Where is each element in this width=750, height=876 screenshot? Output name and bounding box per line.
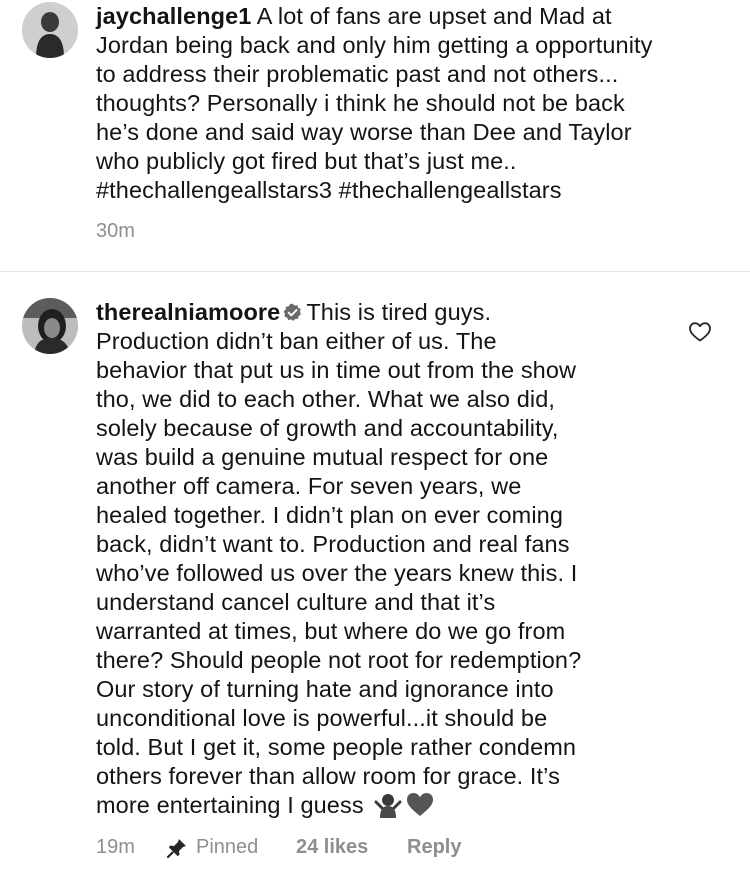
reply-button[interactable]: Reply <box>407 836 461 859</box>
comment-line: A lot of fans are upset and Mad at <box>256 3 612 29</box>
woman-shrugging-emoji <box>374 794 402 818</box>
pin-icon <box>166 838 186 858</box>
comment-line: behavior that put us in time out from th… <box>96 357 577 383</box>
comment-line: was build a genuine mutual respect for o… <box>96 444 549 470</box>
comment-line: who’ve followed us over the years knew t… <box>96 560 578 586</box>
comment-line: others forever than allow room for grace… <box>96 763 560 789</box>
comment-line: who publicly got fired but that’s just m… <box>96 148 517 174</box>
comment-line: told. But I get it, some people rather c… <box>96 734 577 760</box>
comment-line: tho, we did to each other. What we also … <box>96 386 556 412</box>
comment-line: he’s done and said way worse than Dee an… <box>96 119 632 145</box>
comment-line: understand cancel culture and that it’s <box>96 589 496 615</box>
comment-line: warranted at times, but where do we go f… <box>96 618 566 644</box>
comment-timestamp: 19m <box>96 836 135 858</box>
comment-text: jaychallenge1 A lot of fans are upset an… <box>96 2 732 205</box>
avatar[interactable] <box>22 298 78 354</box>
comment-line: thoughts? Personally i think he should n… <box>96 90 625 116</box>
comment-timestamp: 30m <box>96 220 135 242</box>
comment-line: Our story of turning hate and ignorance … <box>96 676 554 702</box>
hashtags[interactable]: #thechallengeallstars3 #thechallengealls… <box>96 176 732 205</box>
comment-line: to address their problematic past and no… <box>96 61 619 87</box>
comment-meta: 19m Pinned 24 likes Reply <box>96 836 461 859</box>
pinned-label: Pinned <box>196 836 259 858</box>
likes-count[interactable]: 24 likes <box>296 836 407 859</box>
verified-badge-icon <box>284 303 302 321</box>
avatar[interactable] <box>22 2 78 58</box>
heart-outline-icon[interactable] <box>688 320 712 344</box>
comment-line: another off camera. For seven years, we <box>96 473 522 499</box>
comment-line: unconditional love is powerful...it shou… <box>96 705 548 731</box>
comment-meta: 30m <box>96 220 135 243</box>
comment-line: This is tired guys. <box>306 299 492 325</box>
comment-line: Jordan being back and only him getting a… <box>96 32 653 58</box>
comment-username[interactable]: therealniamoore <box>96 299 280 325</box>
comment-line: healed together. I didn’t plan on ever c… <box>96 502 563 528</box>
comment-line: more entertaining I guess <box>96 792 364 818</box>
black-heart-emoji <box>407 793 434 816</box>
comment-line: Production didn’t ban either of us. The <box>96 328 497 354</box>
comment-line: solely because of growth and accountabil… <box>96 415 559 441</box>
comment-line: back, didn’t want to. Production and rea… <box>96 531 570 557</box>
comment-text: therealniamoore This is tired guys. Produ… <box>96 298 732 820</box>
comment-username[interactable]: jaychallenge1 <box>96 3 251 29</box>
divider <box>0 271 750 272</box>
comment-line: there? Should people not root for redemp… <box>96 647 582 673</box>
